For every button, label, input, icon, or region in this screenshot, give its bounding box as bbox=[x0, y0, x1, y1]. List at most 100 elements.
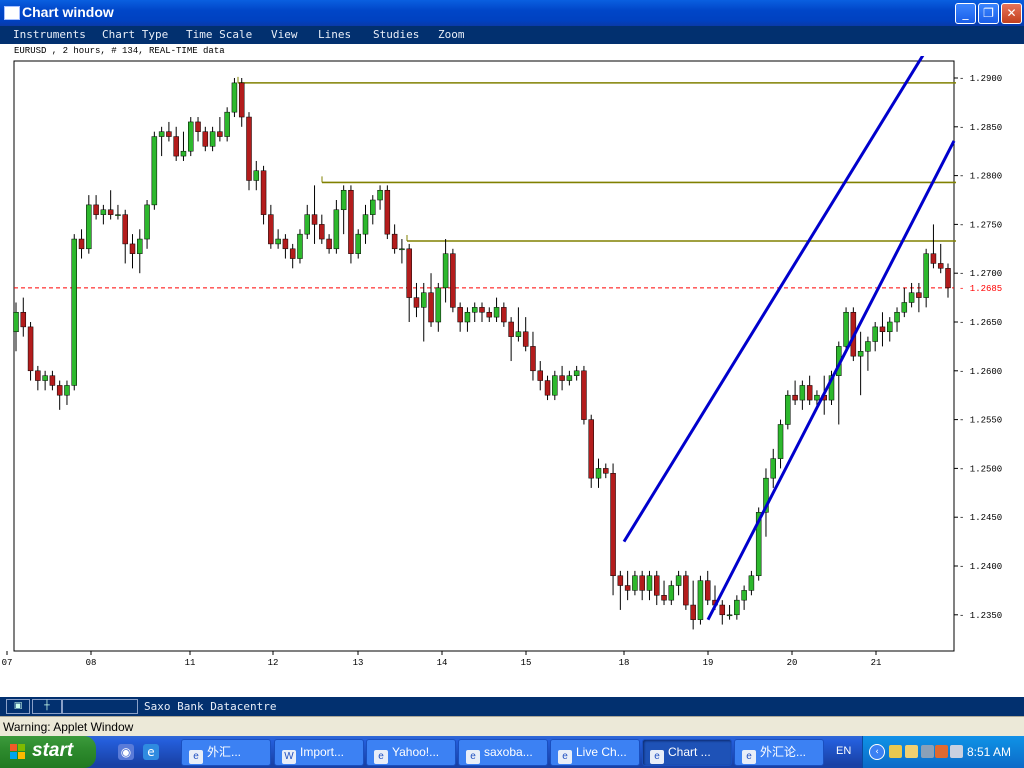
windows-logo-icon bbox=[10, 744, 26, 760]
task-label: 外汇论... bbox=[760, 745, 807, 759]
candle-body bbox=[20, 311, 27, 328]
candle-body bbox=[224, 111, 230, 137]
candle-body bbox=[806, 385, 813, 401]
menu-time-scale[interactable]: Time Scale bbox=[186, 28, 252, 41]
candle-body bbox=[158, 131, 165, 137]
candle-body bbox=[617, 575, 624, 586]
candle-body bbox=[654, 575, 660, 596]
candle-body bbox=[399, 248, 405, 251]
candle-body bbox=[945, 268, 951, 289]
show-hidden-icons-button[interactable]: ‹ bbox=[869, 744, 885, 760]
tray-key-icon[interactable] bbox=[889, 745, 902, 758]
candle-body bbox=[42, 375, 48, 381]
candle-body bbox=[785, 394, 791, 425]
taskbar: start ◉ e e 外汇... W Import... e Yahoo!... e… bbox=[0, 736, 1024, 768]
candle-body bbox=[107, 209, 114, 215]
taskbar-task-1[interactable]: e 外汇... bbox=[181, 739, 271, 766]
y-tick-label: - 1.2750 bbox=[959, 220, 1002, 230]
taskbar-task-6[interactable]: e Chart ... bbox=[642, 739, 732, 766]
candle-body bbox=[129, 243, 136, 254]
candle-body bbox=[566, 375, 573, 381]
x-tick-label: 15 bbox=[521, 658, 532, 668]
tray-app-icon[interactable] bbox=[935, 745, 948, 758]
taskbar-task-5[interactable]: e Live Ch... bbox=[550, 739, 640, 766]
candle-body bbox=[639, 575, 645, 591]
candle-body bbox=[340, 189, 347, 211]
crosshair-icon[interactable]: ┼ bbox=[32, 699, 62, 714]
candlestick-chart[interactable]: - 1.2900 - 1.2850 - 1.2800 - 1.2750 - 1.2700… bbox=[0, 56, 1024, 676]
menu-view[interactable]: View bbox=[271, 28, 298, 41]
task-label: Yahoo!... bbox=[392, 745, 440, 759]
restore-button[interactable]: ❐ bbox=[978, 3, 999, 24]
candle-body bbox=[319, 224, 325, 240]
start-button[interactable]: start bbox=[0, 736, 96, 768]
candle-body bbox=[493, 307, 500, 318]
menu-instruments[interactable]: Instruments bbox=[13, 28, 86, 41]
candle-body bbox=[704, 580, 711, 601]
candle-body bbox=[282, 238, 289, 250]
candle-body bbox=[86, 204, 92, 250]
candle-body bbox=[137, 238, 143, 254]
x-tick-label: 18 bbox=[619, 658, 630, 668]
x-tick-label: 08 bbox=[86, 658, 97, 668]
candle-body bbox=[588, 419, 594, 479]
browser-icon: e bbox=[650, 750, 664, 764]
internet-explorer-icon[interactable]: e bbox=[143, 744, 159, 760]
y-tick-label: - 1.2600 bbox=[959, 367, 1002, 377]
print-icon[interactable]: ▣ bbox=[6, 699, 30, 714]
candle-body bbox=[646, 575, 653, 591]
candle-body bbox=[661, 595, 667, 601]
close-button[interactable]: ✕ bbox=[1001, 3, 1022, 24]
candle-body bbox=[217, 131, 223, 137]
taskbar-task-2[interactable]: W Import... bbox=[274, 739, 364, 766]
menu-chart-type[interactable]: Chart Type bbox=[102, 28, 168, 41]
taskbar-task-3[interactable]: e Yahoo!... bbox=[366, 739, 456, 766]
window-title: Chart window bbox=[22, 4, 114, 20]
candle-body bbox=[27, 326, 34, 372]
y-tick-label: - 1.2800 bbox=[959, 172, 1002, 182]
tray-folder-icon[interactable] bbox=[905, 745, 918, 758]
candle-body bbox=[930, 253, 937, 264]
candle-body bbox=[479, 307, 485, 313]
candle-body bbox=[166, 131, 172, 137]
candle-body bbox=[333, 209, 340, 250]
menu-studies[interactable]: Studies bbox=[373, 28, 419, 41]
candle-body bbox=[857, 351, 864, 357]
y-tick-label: - 1.2400 bbox=[959, 562, 1002, 572]
current-price-label: - 1.2685 bbox=[959, 284, 1002, 294]
title-bar[interactable]: Chart window _ ❐ ✕ bbox=[0, 0, 1024, 26]
candle-body bbox=[501, 307, 507, 323]
chart-status-bar: ▣ ┼ Saxo Bank Datacentre bbox=[0, 697, 1024, 716]
minimize-button[interactable]: _ bbox=[955, 3, 976, 24]
show-desktop-icon[interactable]: ◉ bbox=[118, 744, 134, 760]
taskbar-task-7[interactable]: e 外汇论... bbox=[734, 739, 824, 766]
browser-icon: e bbox=[742, 750, 756, 764]
language-indicator[interactable]: EN bbox=[836, 745, 851, 757]
candle-body bbox=[13, 311, 19, 333]
candle-body bbox=[64, 385, 70, 396]
tray-network-icon[interactable] bbox=[921, 745, 934, 758]
candle-body bbox=[741, 590, 747, 601]
candle-body bbox=[515, 331, 522, 337]
candle-body bbox=[770, 458, 776, 479]
candle-body bbox=[238, 82, 245, 118]
candle-body bbox=[734, 599, 740, 616]
menu-lines[interactable]: Lines bbox=[318, 28, 351, 41]
menu-zoom[interactable]: Zoom bbox=[438, 28, 465, 41]
candle-body bbox=[748, 575, 755, 591]
candle-body bbox=[377, 189, 383, 201]
status-empty-field bbox=[62, 699, 138, 714]
candle-body bbox=[406, 248, 412, 298]
candle-body bbox=[35, 370, 41, 381]
candle-body bbox=[675, 575, 682, 586]
candle-body bbox=[799, 385, 806, 401]
task-label: Import... bbox=[300, 745, 345, 759]
candle-body bbox=[610, 473, 616, 577]
candle-body bbox=[530, 346, 536, 372]
taskbar-task-4[interactable]: e saxoba... bbox=[458, 739, 548, 766]
tray-users-icon[interactable] bbox=[950, 745, 963, 758]
candle-body bbox=[552, 375, 558, 396]
candle-body bbox=[180, 150, 187, 157]
candle-body bbox=[231, 82, 238, 113]
candle-body bbox=[901, 302, 908, 313]
